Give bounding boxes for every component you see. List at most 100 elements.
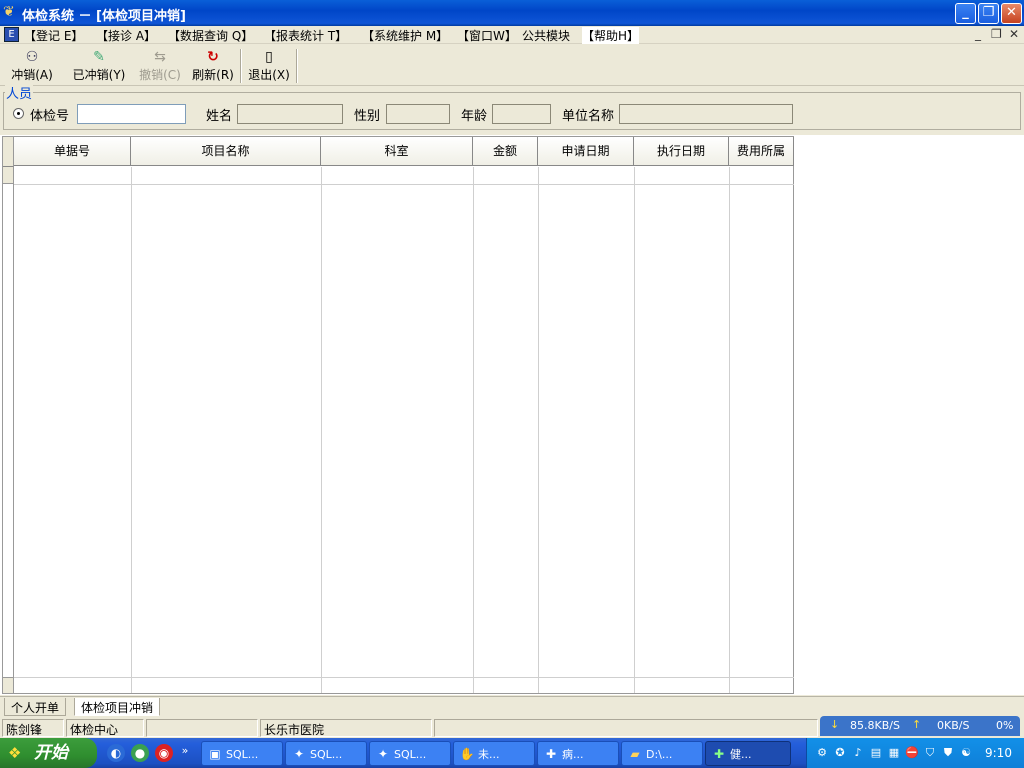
grid-col-line	[729, 167, 730, 693]
grid-col-line	[321, 167, 322, 693]
undo-label: 撤销(C)	[139, 68, 181, 82]
grid-col-line	[473, 167, 474, 693]
query-analyzer-icon: ▣	[209, 747, 221, 761]
minimize-button[interactable]: _	[955, 3, 976, 24]
name-label: 姓名	[206, 109, 233, 124]
menu-window[interactable]: 【窗口W】	[457, 27, 517, 44]
menu-public[interactable]: 公共模块	[522, 27, 570, 44]
menu-register[interactable]: 【登记 E】	[24, 27, 83, 44]
data-grid[interactable]: 单据号 项目名称 科室 金额 申请日期 执行日期 费用所属	[2, 136, 794, 694]
app-icon: ✚	[713, 747, 725, 761]
start-label: 开始	[34, 743, 68, 763]
task-label: 未...	[478, 748, 500, 761]
weibo-icon[interactable]: ◉	[155, 744, 173, 762]
col-header-bill-no[interactable]: 单据号	[14, 137, 131, 166]
people-icon: ⚇	[25, 49, 39, 65]
age-label: 年龄	[461, 109, 488, 124]
sql-server-icon: ✦	[293, 747, 305, 761]
mdi-close-button[interactable]: ✕	[1009, 27, 1019, 41]
exit-door-icon: ▯	[265, 49, 273, 65]
name-field	[237, 104, 343, 124]
mdi-logo-icon[interactable]: E	[4, 27, 19, 42]
tab-exam-writeoff[interactable]: 体检项目冲销	[74, 698, 161, 716]
quicklaunch-more-icon[interactable]: »	[179, 742, 191, 760]
gender-label: 性别	[354, 109, 381, 124]
menu-reception[interactable]: 【接诊 A】	[96, 27, 156, 44]
col-header-apply-date[interactable]: 申请日期	[538, 137, 634, 166]
grid-area: 单据号 项目名称 科室 金额 申请日期 执行日期 费用所属	[0, 135, 1024, 695]
col-header-fee-category[interactable]: 费用所属	[729, 137, 794, 166]
restore-button[interactable]: ❐	[978, 3, 999, 24]
grid-col-line	[634, 167, 635, 693]
refresh-icon: ↻	[207, 49, 219, 65]
device-icon[interactable]: ▤	[869, 746, 883, 760]
taskbar: ❖ 开始 ◐ ● ◉ » ▣ SQL... ✦ SQL... ✦ SQL... ✋ 未.…	[0, 738, 1024, 768]
task-health-exam[interactable]: ✚ 健...	[705, 741, 791, 766]
col-header-amount[interactable]: 金额	[473, 137, 538, 166]
download-speed: 85.8KB/S	[850, 719, 900, 732]
task-label: 健...	[730, 748, 752, 761]
task-sql-2[interactable]: ✦ SQL...	[285, 741, 367, 766]
task-sql-3[interactable]: ✦ SQL...	[369, 741, 451, 766]
task-untitled[interactable]: ✋ 未...	[453, 741, 535, 766]
col-header-item-name[interactable]: 项目名称	[131, 137, 321, 166]
monitor-icon[interactable]: ▦	[887, 746, 901, 760]
security-icon[interactable]: ⛊	[941, 746, 955, 760]
network-meter: ↓ 85.8KB/S ↑ 0KB/S 0%	[820, 716, 1020, 736]
app-icon: ❦	[3, 4, 15, 20]
sql-server-icon: ✦	[377, 747, 389, 761]
gender-field	[386, 104, 450, 124]
status-hospital: 长乐市医院	[260, 719, 432, 737]
upload-arrow-icon: ↑	[912, 718, 922, 731]
close-button[interactable]: ✕	[1001, 3, 1022, 24]
task-disease[interactable]: ✚ 病...	[537, 741, 619, 766]
settings-icon[interactable]: ✪	[833, 746, 847, 760]
windows-logo-icon: ❖	[8, 744, 22, 762]
menu-help[interactable]: 【帮助H】	[582, 27, 640, 44]
written-off-button[interactable]: ✎ 已冲销(Y)	[70, 48, 128, 84]
browser-icon[interactable]: ◐	[107, 744, 125, 762]
row-indicator[interactable]	[3, 167, 14, 184]
grid-col-line	[131, 167, 132, 693]
task-label: 病...	[562, 748, 584, 761]
tab-personal-order[interactable]: 个人开单	[4, 698, 67, 716]
status-extra	[434, 719, 818, 737]
status-department: 体检中心	[66, 719, 144, 737]
shield-icon[interactable]: ⛉	[923, 746, 937, 760]
stop-icon[interactable]: ⛔	[905, 746, 919, 760]
exam-no-radio[interactable]	[13, 108, 24, 119]
col-header-department[interactable]: 科室	[321, 137, 473, 166]
toolbar-separator	[240, 49, 242, 83]
exit-label: 退出(X)	[248, 68, 290, 82]
writeoff-label: 冲销(A)	[11, 68, 53, 82]
start-button[interactable]: ❖ 开始	[0, 738, 97, 768]
toolbar-separator	[296, 49, 298, 83]
ime-icon[interactable]: ☯	[959, 746, 973, 760]
menu-query[interactable]: 【数据查询 Q】	[168, 27, 253, 44]
menu-system[interactable]: 【系统维护 M】	[362, 27, 448, 44]
system-tray: ⚙ ✪ ♪ ▤ ▦ ⛔ ⛉ ⛊ ☯ 9:10	[806, 738, 1024, 768]
toolbar: ⚇ 冲销(A) ✎ 已冲销(Y) ⇆ 撤销(C) ↻ 刷新(R) ▯ 退出(X)	[0, 45, 1024, 86]
exam-no-input[interactable]	[77, 104, 186, 124]
network-icon[interactable]: ⚙	[815, 746, 829, 760]
undo-button[interactable]: ⇆ 撤销(C)	[136, 48, 184, 84]
task-sql-1[interactable]: ▣ SQL...	[201, 741, 283, 766]
menu-report[interactable]: 【报表统计 T】	[264, 27, 347, 44]
mdi-restore-button[interactable]: ❐	[991, 27, 1002, 41]
unit-label: 单位名称	[562, 109, 615, 124]
mdi-minimize-button[interactable]: _	[975, 27, 981, 41]
title-bar[interactable]: ❦ 体检系统 － [体检项目冲销] _ ❐ ✕	[0, 0, 1024, 26]
task-explorer[interactable]: ▰ D:\...	[621, 741, 703, 766]
col-header-exec-date[interactable]: 执行日期	[634, 137, 729, 166]
tab-strip: 个人开单 体检项目冲销	[0, 696, 1024, 717]
volume-icon[interactable]: ♪	[851, 746, 865, 760]
chat-icon[interactable]: ●	[131, 744, 149, 762]
percent-readout: 0%	[996, 719, 1014, 732]
grid-col-line	[538, 167, 539, 693]
menu-bar: E 【登记 E】 【接诊 A】 【数据查询 Q】 【报表统计 T】 【系统维护 …	[0, 26, 1024, 44]
exam-no-label: 体检号	[30, 109, 70, 124]
writeoff-button[interactable]: ⚇ 冲销(A)	[8, 48, 56, 84]
refresh-button[interactable]: ↻ 刷新(R)	[189, 48, 237, 84]
task-label: SQL...	[394, 748, 427, 761]
exit-button[interactable]: ▯ 退出(X)	[246, 48, 292, 84]
